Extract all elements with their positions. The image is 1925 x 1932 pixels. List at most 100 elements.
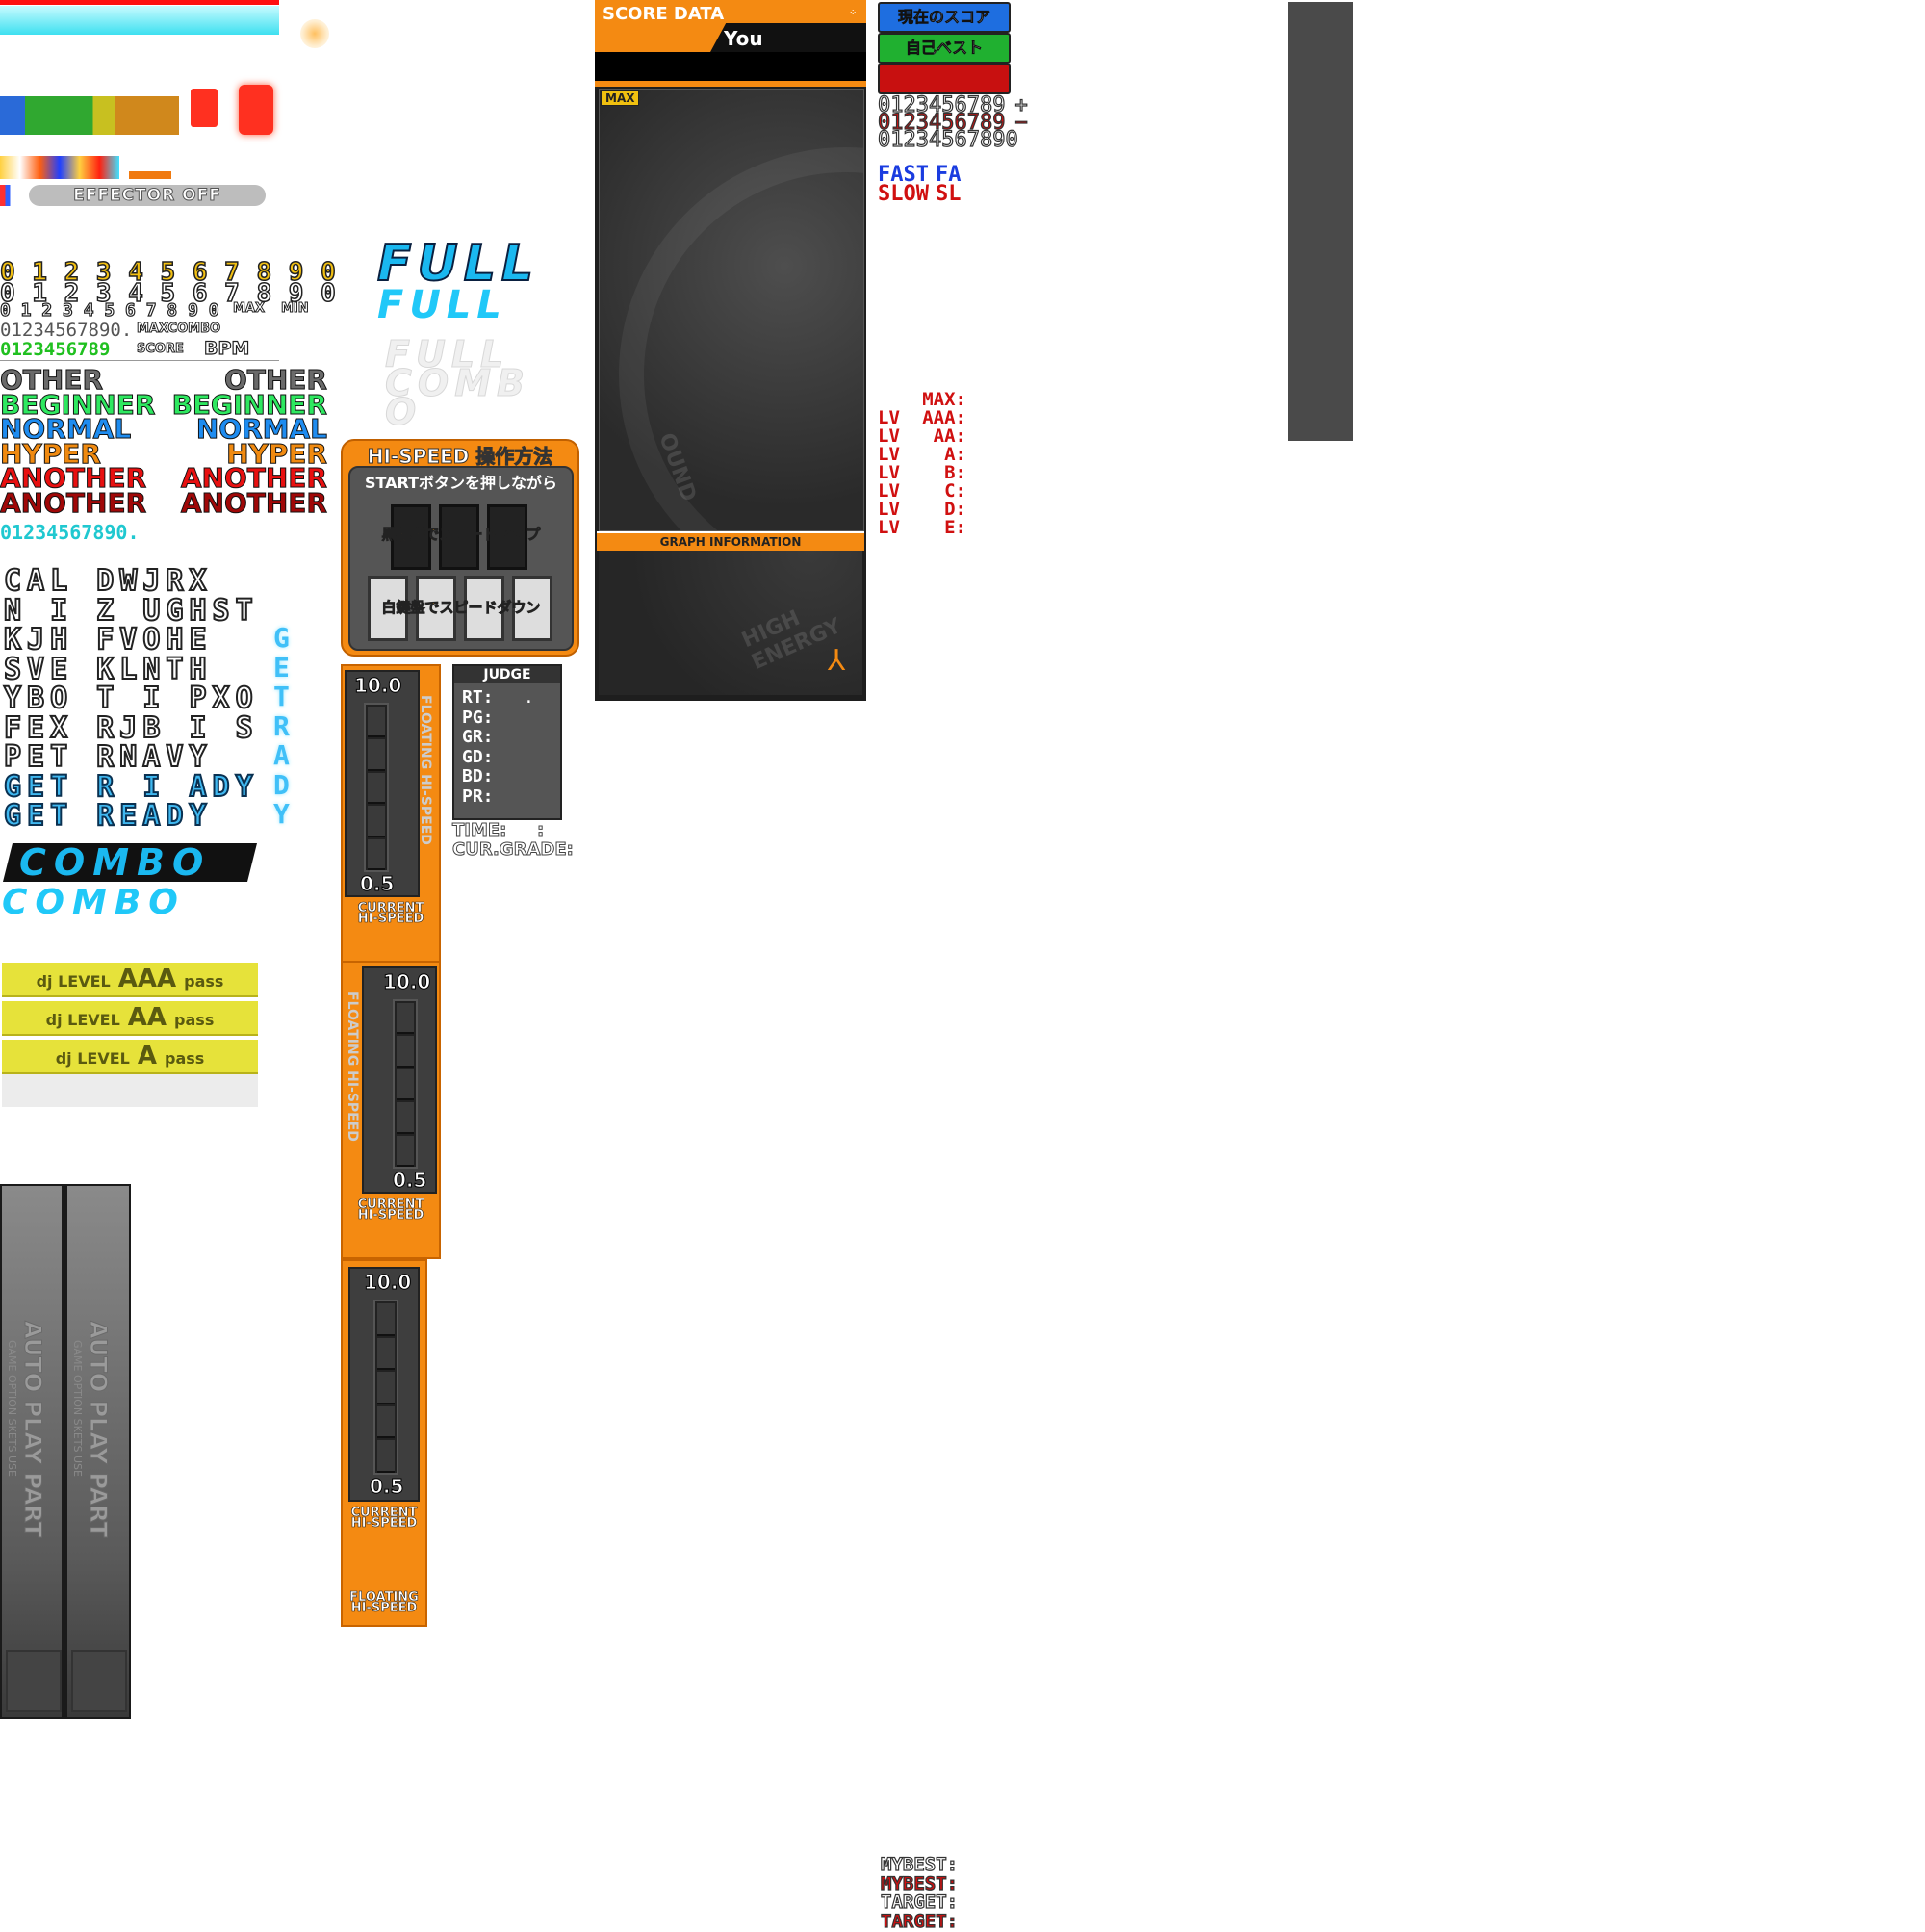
gauge-cell: [397, 1102, 414, 1134]
gauge-cell: [377, 1337, 395, 1371]
cyan-gradient-bar: [0, 6, 279, 35]
graph-ring: [619, 147, 863, 530]
dj-level-grade: AAA: [117, 965, 177, 993]
judge-title: JUDGE: [454, 666, 560, 683]
judge-row-label: RT:: [462, 687, 494, 708]
target-row-label: TARGET:: [880, 1892, 959, 1913]
combo-text-flat: COMBO: [2, 883, 186, 922]
dj-level-prefix: dj LEVEL: [55, 1049, 130, 1068]
glow-dot: [300, 19, 329, 48]
bpm-label: BPM: [203, 337, 250, 359]
judge-dot: .: [524, 687, 534, 708]
lv-row-right: E:: [944, 517, 966, 538]
score-data-panel: SCORE DATA You ⁘ OUND MAX GRAPH INFORMAT…: [595, 0, 866, 701]
gauge-cell: [368, 806, 385, 837]
maxcombo-label: MAXCOMBO: [136, 322, 221, 337]
auto-play-column-left: AUTO PLAY PART GAME OPTION SKETS USE: [2, 1186, 62, 1717]
floating-hispeed-panel-3: 10.0 0.5 CURRENT HI-SPEED FLOATING HI-SP…: [341, 1259, 427, 1627]
graph-lower-area: HIGH ENERGY: [599, 551, 862, 695]
score-digit-row: 01234567890: [877, 128, 1028, 152]
auto-play-subtitle-right: GAME OPTION SKETS USE: [71, 1340, 84, 1477]
hs1-inner: 10.0 0.5: [345, 670, 420, 897]
gray-vertical-bar: [1288, 2, 1353, 441]
time-label: TIME:: [451, 820, 507, 841]
slow-label: SLOW: [878, 182, 929, 206]
target-row-label: TARGET:: [880, 1910, 959, 1932]
gauge-cell: [397, 1069, 414, 1101]
digits-small: 0 1 2 3 4 5 6 7 8 9 0: [0, 299, 219, 321]
score-data-you: You: [724, 27, 763, 50]
digits-plain: 01234567890.: [0, 320, 133, 341]
floating-hispeed-panel-2: 10.0 0.5 FLOATING HI-SPEED CURRENT HI-SP…: [341, 961, 441, 1259]
effector-off-text: EFFECTOR OFF: [73, 186, 221, 206]
dj-level-suffix: pass: [164, 1049, 205, 1068]
effector-off-label[interactable]: EFFECTOR OFF: [29, 185, 266, 206]
hs1-max: 10.0: [353, 674, 402, 698]
gauge-cell: [397, 1135, 414, 1167]
dj-level-bar: dj LEVEL Apass: [2, 1040, 258, 1074]
auto-play-title-left: AUTO PLAY PART: [19, 1320, 47, 1538]
hispeed-help-panel: HI-SPEED 操作方法 STARTボタンを押しながら 黒鍵盤でスピードアップ…: [341, 439, 579, 657]
gauge-cell: [368, 707, 385, 738]
cur-grade-label: CUR.GRADE:: [452, 839, 575, 861]
divider-line: [0, 360, 279, 361]
gradient-strip-small: [0, 156, 119, 179]
hs2-vertical-label: FLOATING HI-SPEED: [345, 992, 360, 1142]
difficulty-right: ANOTHER: [180, 486, 327, 519]
hs3-current-2: HI-SPEED: [350, 1516, 418, 1531]
judge-row-label: BD:: [462, 766, 494, 786]
dj-level-grade: AA: [127, 1003, 167, 1032]
effector-indicator: [0, 185, 15, 206]
difficulty-left: ANOTHER: [0, 486, 147, 519]
dj-level-bar: dj LEVEL AAA pass: [2, 963, 258, 997]
hispeed-help-subtitle: STARTボタンを押しながら: [364, 474, 558, 492]
score-digit-text: 01234567890: [877, 128, 1018, 152]
dj-level-grade: A: [137, 1042, 157, 1070]
judge-row-label: PR:: [462, 786, 494, 807]
dj-level-empty-bar: [2, 1074, 258, 1107]
gauge-cell: [368, 739, 385, 771]
judge-row-label: PG:: [462, 707, 494, 728]
min-label: MIN: [281, 301, 310, 317]
auto-play-subtitle-left: GAME OPTION SKETS USE: [6, 1340, 18, 1477]
hs2-max: 10.0: [382, 970, 431, 994]
score-button[interactable]: 現在のスコア: [878, 2, 1011, 33]
get-ready-letter: T: [273, 681, 290, 712]
time-colon: :: [536, 820, 545, 841]
get-ready-letter: D: [273, 768, 290, 801]
slow-short-label: SL: [936, 182, 962, 206]
gauge-cell: [368, 772, 385, 805]
score-label: SCORE: [137, 342, 185, 357]
score-button[interactable]: [878, 64, 1011, 94]
digits-cyan: 01234567890.: [0, 521, 140, 544]
hs1-vertical-label: FLOATING HI-SPEED: [418, 695, 433, 845]
score-data-black-band: [595, 52, 866, 81]
difficulty-row: ANOTHER ANOTHER: [0, 486, 328, 519]
auto-play-title-right: AUTO PLAY PART: [85, 1320, 113, 1538]
score-button-label: 現在のスコア: [897, 8, 991, 27]
max-label: MAX: [232, 301, 266, 317]
get-ready-letter: R: [273, 709, 290, 742]
gauge-cell: [377, 1372, 395, 1404]
auto-play-column-right: AUTO PLAY PART GAME OPTION SKETS USE: [67, 1186, 129, 1717]
graph-info-label: GRAPH INFORMATION: [659, 535, 802, 549]
red-block-glow: [239, 85, 273, 135]
get-ready-letter: E: [273, 651, 290, 683]
lv-row: LV E:: [878, 519, 966, 537]
hispeed-help-title: HI-SPEED 操作方法: [367, 445, 553, 469]
score-button-label: 自己ベスト: [905, 39, 984, 58]
hs1-gauge: [364, 703, 389, 872]
hs2-gauge: [393, 999, 418, 1169]
digits-green: 0123456789: [0, 339, 111, 360]
get-ready-letter: Y: [273, 798, 290, 830]
gauge-cell: [377, 1303, 395, 1336]
judge-row-label: GR:: [462, 727, 494, 747]
dj-level-suffix: pass: [184, 972, 224, 991]
score-button[interactable]: 自己ベスト: [878, 33, 1011, 64]
auto-play-key-left: [6, 1650, 62, 1712]
auto-play-key-right: [71, 1650, 127, 1712]
hs1-min: 0.5: [359, 872, 395, 896]
score-data-orange-line: [595, 81, 866, 87]
max-tag: MAX: [601, 90, 640, 106]
hs2-min: 0.5: [392, 1169, 427, 1193]
